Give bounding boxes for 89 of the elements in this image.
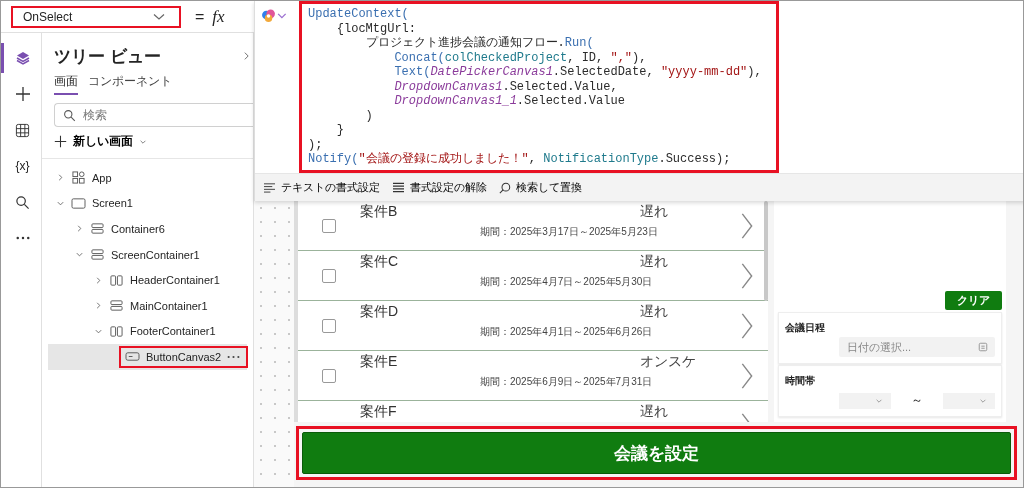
- remove-formatting-button[interactable]: 書式設定の解除: [388, 178, 491, 197]
- property-dropdown[interactable]: OnSelect: [11, 5, 181, 28]
- rows-icon: [90, 248, 105, 262]
- project-period: 期間：2025年6月9日～2025年7月31日: [480, 375, 654, 389]
- tree-item-label: Screen1: [92, 197, 133, 210]
- code-line: Concat(colCheckedProject, ID, ","),: [393, 50, 648, 65]
- checkbox[interactable]: [322, 318, 336, 333]
- project-status: 遅れ: [640, 253, 669, 271]
- project-name: 案件D: [360, 303, 399, 321]
- button-icon: [125, 350, 140, 364]
- tree-item-label: HeaderContainer1: [130, 274, 220, 287]
- tree-item[interactable]: Screen1: [48, 190, 247, 217]
- set-meeting-button[interactable]: 会議を設定: [302, 432, 1011, 474]
- project-status: オンスケ: [640, 353, 697, 371]
- code-line: ): [364, 108, 374, 123]
- checkbox[interactable]: [322, 268, 336, 283]
- columns-icon: [109, 324, 124, 338]
- find-replace-button[interactable]: 検索して置換: [495, 178, 586, 197]
- code-line: UpdateContext(: [308, 7, 410, 22]
- chevron-down-icon: [153, 12, 165, 21]
- tree-item[interactable]: ButtonCanvas2: [48, 344, 247, 370]
- panel-title: ツリー ビュー: [54, 45, 161, 68]
- code-editor[interactable]: [299, 1, 779, 173]
- tree-item-label: Container6: [111, 223, 165, 235]
- checkbox[interactable]: [322, 218, 336, 233]
- checkbox[interactable]: [322, 368, 336, 383]
- layers-icon: [14, 50, 31, 66]
- new-screen-button[interactable]: 新しい画面: [42, 127, 159, 156]
- tree-item-label: MainContainer1: [130, 299, 208, 312]
- project-status: 遅れ: [640, 303, 669, 321]
- gallery-row[interactable]: 案件E オンスケ 期間：2025年6月9日～2025年7月31日: [298, 351, 768, 401]
- columns-icon: [109, 273, 124, 287]
- code-line: DropdownCanvas1_1.Selected.Value: [393, 94, 626, 109]
- lines-icon: [263, 182, 276, 193]
- field-label: 時間帯: [785, 375, 815, 386]
- clear-button[interactable]: クリア: [945, 291, 1002, 310]
- gallery-row[interactable]: 案件D 遅れ 期間：2025年4月1日～2025年6月26日: [298, 301, 768, 351]
- plus-icon: [14, 86, 31, 102]
- project-period: 期間：2025年4月7日～2025年5月30日: [480, 275, 654, 289]
- code-line: );: [308, 137, 324, 152]
- date-picker[interactable]: 日付の選択...: [839, 337, 995, 357]
- more-icon: [15, 236, 30, 240]
- rows-icon: [109, 299, 124, 313]
- screen-icon: [71, 196, 86, 210]
- rows-icon: [90, 222, 105, 236]
- plus-icon: [54, 135, 67, 148]
- code-line: DropdownCanvas1.Selected.Value,: [393, 79, 619, 94]
- format-text-button[interactable]: テキストの書式設定: [259, 178, 384, 197]
- tree-item[interactable]: HeaderContainer1: [48, 267, 247, 293]
- more-icon[interactable]: [227, 354, 241, 359]
- project-name: 案件F: [360, 403, 397, 421]
- equals-sign: =: [195, 7, 205, 26]
- code-line: Notify("会議の登録に成功しました！", NotificationType.Success);: [308, 152, 732, 167]
- code-line: }: [335, 123, 345, 138]
- search-icon: [499, 181, 511, 194]
- table-icon: [15, 122, 30, 138]
- calendar-icon: [978, 342, 988, 352]
- tree-item[interactable]: MainContainer1: [48, 292, 247, 319]
- app-icon: [71, 171, 86, 185]
- fx-label: fx: [212, 6, 225, 27]
- tree-item[interactable]: ScreenContainer1: [48, 241, 247, 268]
- search-icon: [15, 194, 30, 210]
- project-status: 遅れ: [640, 203, 669, 221]
- lines-icon: [392, 182, 405, 193]
- code-line: {locMtgUrl:: [335, 21, 417, 36]
- tree-item[interactable]: App: [48, 165, 247, 191]
- range-separator: ～: [911, 392, 923, 409]
- tree-item[interactable]: FooterContainer1: [48, 318, 247, 345]
- search-icon: [63, 109, 76, 122]
- tree-item[interactable]: Container6: [48, 216, 247, 242]
- field-label: 会議日程: [785, 322, 825, 333]
- tab[interactable]: 画面: [54, 73, 78, 95]
- search-field[interactable]: 検索: [54, 103, 253, 127]
- code-line: Text(DatePickerCanvas1.SelectedDate, "yyyy-mm-dd"),: [393, 65, 762, 80]
- variables-button[interactable]: {x}: [1, 151, 41, 181]
- project-period: 期間：2025年4月1日～2025年6月26日: [480, 325, 654, 339]
- code-line: プロジェクト進捗会議の通知フロー.Run(: [364, 36, 595, 51]
- tree-item-label: ButtonCanvas2: [146, 350, 222, 363]
- tree-item-label: ScreenContainer1: [111, 248, 200, 261]
- tree-item-label: FooterContainer1: [130, 325, 216, 338]
- scrollbar[interactable]: [764, 201, 768, 301]
- tree-item-label: App: [92, 171, 112, 184]
- project-period: 期間：2025年3月17日～2025年5月23日: [480, 225, 659, 239]
- tab[interactable]: コンポーネント: [88, 73, 172, 95]
- chevron-down-icon[interactable]: [75, 250, 84, 260]
- project-status: 遅れ: [640, 403, 669, 421]
- project-name: 案件C: [360, 253, 399, 271]
- project-name: 案件B: [360, 203, 398, 221]
- project-name: 案件E: [360, 353, 398, 371]
